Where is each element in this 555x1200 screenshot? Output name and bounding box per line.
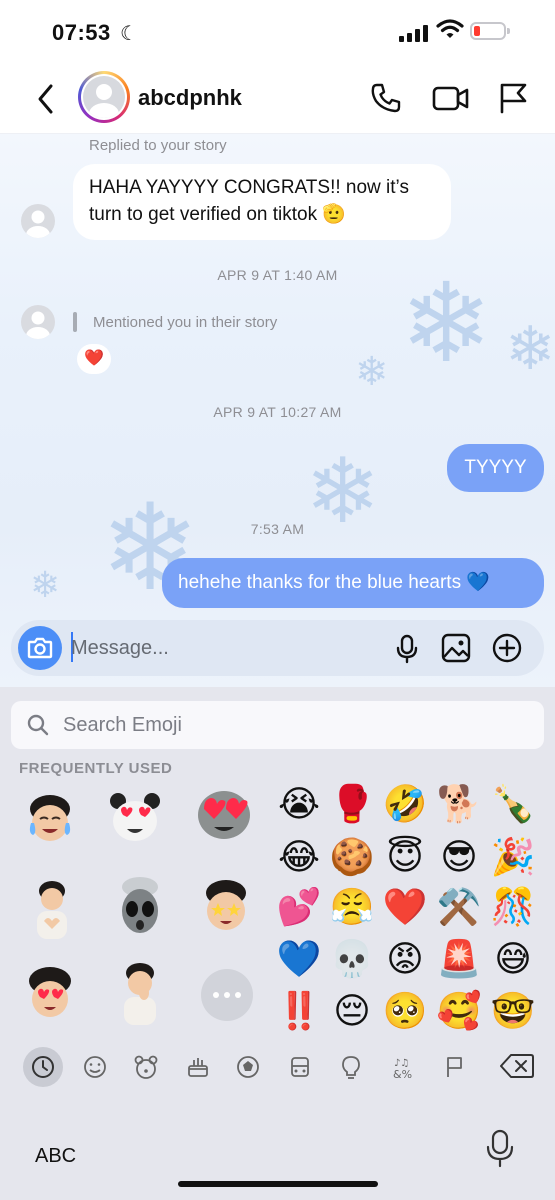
snowflake-decoration: ❄ <box>505 315 555 382</box>
flag-icon[interactable] <box>497 81 531 115</box>
snowflake-decoration: ❄ <box>355 350 389 394</box>
emoji-key[interactable]: 🎉 <box>490 835 536 881</box>
sender-avatar[interactable] <box>21 204 55 238</box>
more-stickers-button[interactable] <box>201 969 253 1021</box>
flag-icon[interactable] <box>436 1049 472 1085</box>
emoji-key[interactable]: 😭 <box>276 782 322 828</box>
section-title: FREQUENTLY USED <box>19 760 173 777</box>
emoji-search[interactable] <box>11 701 544 749</box>
emoji-key[interactable]: 🐕 <box>436 782 482 828</box>
outgoing-message[interactable]: TYYYY <box>447 444 544 492</box>
message-text-line: turn to get verified on tiktok 🫡 <box>89 204 347 225</box>
phone-icon[interactable] <box>369 81 403 115</box>
outgoing-message[interactable]: hehehe thanks for the blue hearts 💙 <box>162 558 544 608</box>
emoji-key[interactable]: 💙 <box>276 937 322 983</box>
emoji-key[interactable]: 🥊 <box>329 782 375 828</box>
food-icon[interactable] <box>180 1049 216 1085</box>
emoji-key[interactable]: 🤣 <box>382 782 428 828</box>
microphone-icon[interactable] <box>395 634 419 664</box>
status-time: 07:53 <box>52 20 111 45</box>
chat-header: abcdpnhk <box>0 66 555 134</box>
memoji-heart-eyes[interactable] <box>20 963 80 1027</box>
emoji-key[interactable]: 😤 <box>329 885 375 931</box>
mention-note[interactable]: Mentioned you in their story <box>93 314 277 331</box>
camera-icon <box>27 637 53 659</box>
status-bar: 07:53 ☾ <box>0 0 555 66</box>
emoji-key[interactable]: 😇 <box>382 835 428 881</box>
emoji-key[interactable]: 🚨 <box>436 937 482 983</box>
category-recent[interactable] <box>23 1047 63 1087</box>
timestamp: 7:53 AM <box>250 521 305 537</box>
home-indicator <box>178 1181 378 1187</box>
animal-icon[interactable] <box>128 1049 164 1085</box>
moon-icon: ☾ <box>120 23 138 45</box>
gallery-icon[interactable] <box>441 633 471 663</box>
story-reply-bar <box>73 312 77 332</box>
emoji-key[interactable]: 😡 <box>382 937 428 983</box>
message-thread[interactable]: ❄ ❄ ❄ ❄ ❄ ❄ Replied to your story HAHA Y… <box>0 134 555 687</box>
sender-avatar[interactable] <box>21 305 55 339</box>
chat-username[interactable]: abcdpnhk <box>138 85 242 111</box>
emoji-key[interactable]: 😔 <box>329 989 375 1035</box>
emoji-key[interactable]: 🍪 <box>329 835 375 881</box>
memoji-star-struck[interactable] <box>196 877 256 941</box>
emoji-key[interactable]: 💀 <box>329 937 375 983</box>
emoji-key[interactable]: 😂 <box>276 835 322 881</box>
battery-icon <box>470 22 510 40</box>
emoji-keyboard: FREQUENTLY USED <box>0 687 555 1200</box>
camera-button[interactable] <box>18 626 62 670</box>
message-text-line: HAHA YAYYYY CONGRATS!! now it’s <box>89 177 409 198</box>
message-input[interactable] <box>71 634 371 662</box>
emoji-key[interactable]: ❤️ <box>382 885 428 931</box>
bulb-icon[interactable] <box>333 1049 369 1085</box>
emoji-key[interactable]: ⚒️ <box>436 885 482 931</box>
reply-note: Replied to your story <box>89 137 227 154</box>
smiley-icon[interactable] <box>77 1049 113 1085</box>
emoji-key[interactable]: 💕 <box>276 885 322 931</box>
incoming-message[interactable]: HAHA YAYYYY CONGRATS!! now it’s turn to … <box>73 164 451 240</box>
emoji-key[interactable]: 🥰 <box>436 989 482 1035</box>
emoji-key[interactable]: 🎊 <box>490 885 536 931</box>
memoji-panda-heart-eyes[interactable] <box>105 787 165 851</box>
search-icon <box>27 714 49 736</box>
cellular-signal-icon <box>399 24 429 42</box>
emoji-key[interactable]: 😅 <box>490 937 536 983</box>
microphone-icon[interactable] <box>485 1129 515 1169</box>
timestamp: APR 9 AT 1:40 AM <box>217 267 338 283</box>
memoji-alien-mind-blown[interactable] <box>110 875 170 939</box>
emoji-key[interactable]: 🤓 <box>490 989 536 1035</box>
symbols-icon[interactable]: ♪♫&% <box>385 1049 421 1085</box>
timestamp: APR 9 AT 10:27 AM <box>213 404 342 420</box>
travel-icon[interactable] <box>282 1049 318 1085</box>
memoji-alien-heart-eyes[interactable] <box>194 783 254 847</box>
emoji-key[interactable]: ‼️ <box>276 989 322 1035</box>
recent-icon <box>32 1056 54 1078</box>
emoji-key[interactable]: 🍾 <box>490 782 536 828</box>
heart-reaction[interactable]: ❤️ <box>77 344 111 374</box>
emoji-search-input[interactable] <box>63 711 503 739</box>
message-composer <box>11 620 544 676</box>
back-chevron-icon[interactable] <box>32 82 60 116</box>
backspace-icon[interactable] <box>500 1053 534 1079</box>
add-circle-icon[interactable] <box>492 633 522 663</box>
abc-keyboard-switch[interactable]: ABC <box>35 1145 76 1168</box>
video-camera-icon[interactable] <box>432 81 470 115</box>
avatar[interactable] <box>78 71 130 123</box>
memoji-laughing-tears[interactable] <box>20 789 80 853</box>
emoji-key[interactable]: 🥺 <box>382 989 428 1035</box>
memoji-thinking[interactable] <box>110 961 170 1025</box>
snowflake-decoration: ❄ <box>30 564 61 605</box>
ball-icon[interactable] <box>230 1049 266 1085</box>
memoji-heart-hands[interactable] <box>22 877 82 941</box>
emoji-key[interactable]: 😎 <box>436 835 482 881</box>
wifi-icon <box>436 19 464 38</box>
svg-text:&%: &% <box>393 1068 412 1081</box>
